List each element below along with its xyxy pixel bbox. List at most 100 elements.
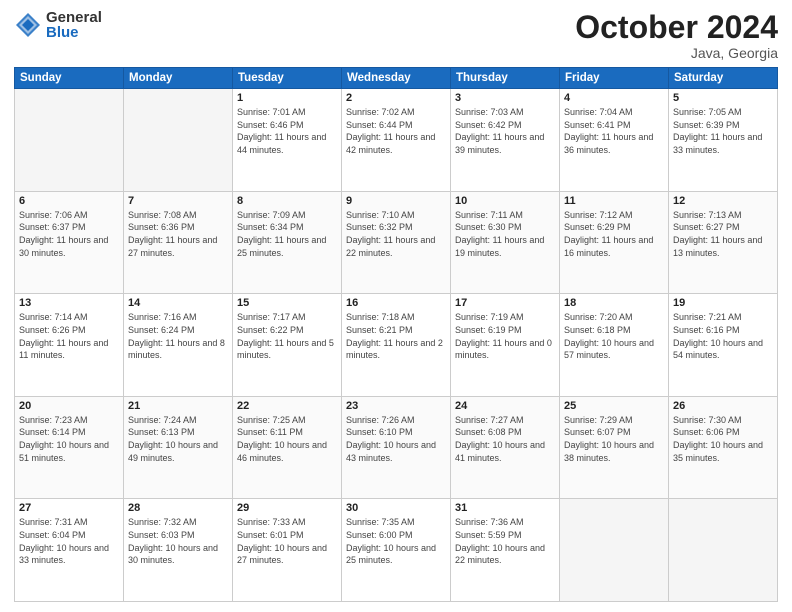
week-row-3: 13 Sunrise: 7:14 AM Sunset: 6:26 PM Dayli… [15,294,778,397]
weekday-header-monday: Monday [124,68,233,89]
calendar-table: SundayMondayTuesdayWednesdayThursdayFrid… [14,67,778,602]
calendar-cell: 9Sunrise: 7:10 AM Sunset: 6:32 PM Daylig… [342,191,451,294]
day-number: 29 [237,502,337,514]
calendar-cell: 23 Sunrise: 7:26 AM Sunset: 6:10 PM Dayli… [342,396,451,499]
logo-blue-text: Blue [46,25,102,40]
day-info: Sunrise: 7:27 AM Sunset: 6:08 PM Dayligh… [455,414,555,464]
weekday-header-friday: Friday [560,68,669,89]
calendar-cell: 22 Sunrise: 7:25 AM Sunset: 6:11 PM Dayli… [233,396,342,499]
title-block: October 2024 Java, Georgia [575,10,778,61]
month-title: October 2024 [575,10,778,45]
calendar-cell: 18Sunrise: 7:20 AM Sunset: 6:18 PM Dayli… [560,294,669,397]
day-info: Sunrise: 7:23 AM Sunset: 6:14 PM Dayligh… [19,414,119,464]
calendar-cell: 26 Sunrise: 7:30 AM Sunset: 6:06 PM Dayli… [669,396,778,499]
logo-text: General Blue [46,10,102,40]
day-number: 1 [237,92,337,104]
day-number: 10 [455,195,555,207]
day-number: 16 [346,297,446,309]
calendar-cell: 3Sunrise: 7:03 AM Sunset: 6:42 PM Daylig… [451,89,560,192]
weekday-header-sunday: Sunday [15,68,124,89]
calendar-header: SundayMondayTuesdayWednesdayThursdayFrid… [15,68,778,89]
day-info: Sunrise: 7:29 AM Sunset: 6:07 PM Dayligh… [564,414,664,464]
location: Java, Georgia [575,45,778,61]
week-row-4: 20 Sunrise: 7:23 AM Sunset: 6:14 PM Dayli… [15,396,778,499]
day-number: 5 [673,92,773,104]
day-info: Sunrise: 7:35 AM Sunset: 6:00 PM Dayligh… [346,516,446,566]
day-info: Sunrise: 7:04 AM Sunset: 6:41 PM Dayligh… [564,106,664,156]
day-number: 19 [673,297,773,309]
day-number: 12 [673,195,773,207]
day-info: Sunrise: 7:25 AM Sunset: 6:11 PM Dayligh… [237,414,337,464]
calendar-cell: 8 Sunrise: 7:09 AM Sunset: 6:34 PM Daylig… [233,191,342,294]
day-info: Sunrise: 7:09 AM Sunset: 6:34 PM Dayligh… [237,209,337,259]
calendar-cell: 7 Sunrise: 7:08 AM Sunset: 6:36 PM Daylig… [124,191,233,294]
calendar-cell: 5Sunrise: 7:05 AM Sunset: 6:39 PM Daylig… [669,89,778,192]
weekday-header-tuesday: Tuesday [233,68,342,89]
day-info: Sunrise: 7:32 AM Sunset: 6:03 PM Dayligh… [128,516,228,566]
calendar-cell: 28 Sunrise: 7:32 AM Sunset: 6:03 PM Dayli… [124,499,233,602]
day-number: 7 [128,195,228,207]
day-info: Sunrise: 7:02 AM Sunset: 6:44 PM Dayligh… [346,106,446,156]
day-number: 31 [455,502,555,514]
day-info: Sunrise: 7:13 AM Sunset: 6:27 PM Dayligh… [673,209,773,259]
weekday-header-wednesday: Wednesday [342,68,451,89]
weekday-header-row: SundayMondayTuesdayWednesdayThursdayFrid… [15,68,778,89]
day-number: 28 [128,502,228,514]
day-number: 3 [455,92,555,104]
day-info: Sunrise: 7:06 AM Sunset: 6:37 PM Dayligh… [19,209,119,259]
day-number: 21 [128,400,228,412]
calendar-cell: 25 Sunrise: 7:29 AM Sunset: 6:07 PM Dayli… [560,396,669,499]
day-info: Sunrise: 7:24 AM Sunset: 6:13 PM Dayligh… [128,414,228,464]
week-row-1: 1Sunrise: 7:01 AM Sunset: 6:46 PM Daylig… [15,89,778,192]
calendar-cell: 10 Sunrise: 7:11 AM Sunset: 6:30 PM Dayli… [451,191,560,294]
calendar-cell: 6 Sunrise: 7:06 AM Sunset: 6:37 PM Daylig… [15,191,124,294]
week-row-5: 27Sunrise: 7:31 AM Sunset: 6:04 PM Dayli… [15,499,778,602]
logo-icon [14,11,42,39]
day-info: Sunrise: 7:12 AM Sunset: 6:29 PM Dayligh… [564,209,664,259]
day-info: Sunrise: 7:30 AM Sunset: 6:06 PM Dayligh… [673,414,773,464]
page: General Blue October 2024 Java, Georgia … [0,0,792,612]
calendar-cell: 20 Sunrise: 7:23 AM Sunset: 6:14 PM Dayli… [15,396,124,499]
day-number: 17 [455,297,555,309]
day-info: Sunrise: 7:19 AM Sunset: 6:19 PM Dayligh… [455,311,555,361]
day-info: Sunrise: 7:33 AM Sunset: 6:01 PM Dayligh… [237,516,337,566]
day-number: 20 [19,400,119,412]
calendar-cell [15,89,124,192]
day-info: Sunrise: 7:11 AM Sunset: 6:30 PM Dayligh… [455,209,555,259]
day-info: Sunrise: 7:14 AM Sunset: 6:26 PM Dayligh… [19,311,119,361]
calendar-cell: 2 Sunrise: 7:02 AM Sunset: 6:44 PM Daylig… [342,89,451,192]
calendar-cell: 16Sunrise: 7:18 AM Sunset: 6:21 PM Dayli… [342,294,451,397]
calendar-cell: 13 Sunrise: 7:14 AM Sunset: 6:26 PM Dayli… [15,294,124,397]
day-number: 24 [455,400,555,412]
day-number: 26 [673,400,773,412]
calendar-cell: 17 Sunrise: 7:19 AM Sunset: 6:19 PM Dayli… [451,294,560,397]
calendar-cell: 4 Sunrise: 7:04 AM Sunset: 6:41 PM Daylig… [560,89,669,192]
calendar-cell: 11 Sunrise: 7:12 AM Sunset: 6:29 PM Dayli… [560,191,669,294]
day-number: 30 [346,502,446,514]
day-info: Sunrise: 7:17 AM Sunset: 6:22 PM Dayligh… [237,311,337,361]
day-number: 8 [237,195,337,207]
day-number: 27 [19,502,119,514]
day-info: Sunrise: 7:08 AM Sunset: 6:36 PM Dayligh… [128,209,228,259]
day-info: Sunrise: 7:26 AM Sunset: 6:10 PM Dayligh… [346,414,446,464]
day-number: 22 [237,400,337,412]
calendar-body: 1Sunrise: 7:01 AM Sunset: 6:46 PM Daylig… [15,89,778,602]
header: General Blue October 2024 Java, Georgia [14,10,778,61]
calendar-cell: 1Sunrise: 7:01 AM Sunset: 6:46 PM Daylig… [233,89,342,192]
calendar-cell: 15Sunrise: 7:17 AM Sunset: 6:22 PM Dayli… [233,294,342,397]
day-number: 9 [346,195,446,207]
day-number: 4 [564,92,664,104]
day-number: 14 [128,297,228,309]
day-number: 2 [346,92,446,104]
calendar-cell: 12 Sunrise: 7:13 AM Sunset: 6:27 PM Dayli… [669,191,778,294]
calendar-cell: 30 Sunrise: 7:35 AM Sunset: 6:00 PM Dayli… [342,499,451,602]
weekday-header-thursday: Thursday [451,68,560,89]
day-number: 23 [346,400,446,412]
logo-general-text: General [46,10,102,25]
day-number: 6 [19,195,119,207]
calendar-cell: 31Sunrise: 7:36 AM Sunset: 5:59 PM Dayli… [451,499,560,602]
day-number: 25 [564,400,664,412]
day-number: 13 [19,297,119,309]
calendar-cell [560,499,669,602]
day-number: 11 [564,195,664,207]
